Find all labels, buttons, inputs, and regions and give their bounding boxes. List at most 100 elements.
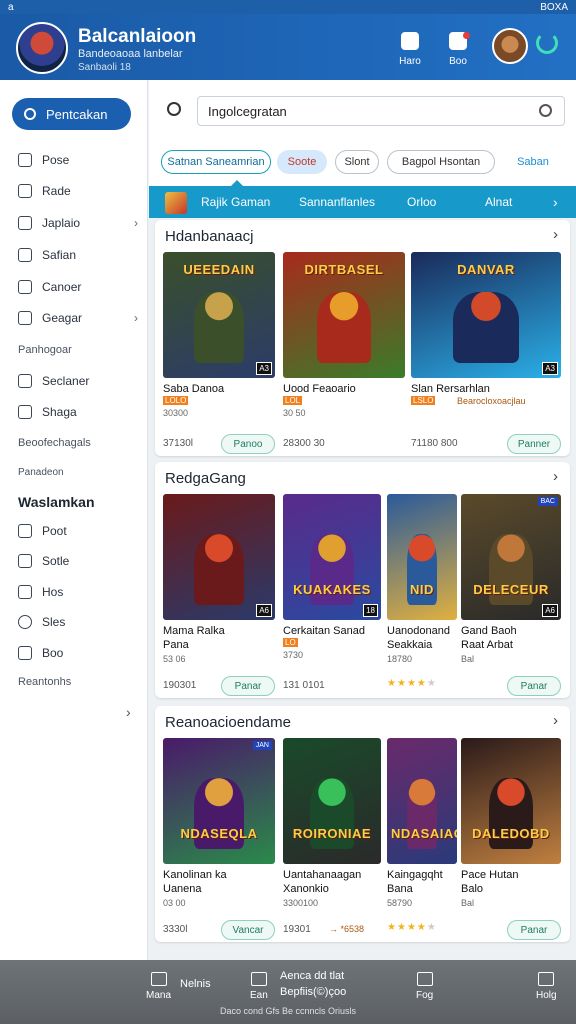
buy-button[interactable]: Vancar: [221, 920, 275, 940]
filter-chip[interactable]: Soote: [277, 150, 327, 174]
sidebar-item[interactable]: Poot: [18, 521, 138, 541]
game-cover-art[interactable]: UEEEDAIN A3: [163, 252, 275, 378]
sidebar-item[interactable]: Geagar ›: [18, 308, 138, 328]
chevron-right-icon[interactable]: ›: [553, 468, 558, 485]
sidebar-text[interactable]: Beoofechagals: [18, 437, 91, 449]
sidebar-item[interactable]: Japlaio ›: [18, 213, 138, 233]
game-tile[interactable]: DIRTBASEL Uood Feaoario LOL 30 50 28300 30: [283, 252, 405, 449]
search-icon[interactable]: [167, 102, 181, 116]
game-cover-art[interactable]: A6: [163, 494, 275, 620]
sidebar-item[interactable]: Hos: [18, 582, 138, 602]
alt-price: → *6538: [329, 924, 365, 934]
buy-button[interactable]: Panner: [507, 434, 561, 454]
game-tile[interactable]: KUAKAKES 18 Cerkaitan Sanad LO 3730 131 0101: [283, 494, 381, 691]
game-name[interactable]: Uood Feaoario: [283, 382, 356, 396]
game-name[interactable]: Mama Ralka Pana: [163, 624, 225, 652]
game-tile[interactable]: ROIRONIAE Uantahanaagan Xanonkio 3300100 → …: [283, 738, 381, 935]
sidebar-item[interactable]: Sotle: [18, 551, 138, 571]
bottom-nav-item[interactable]: Mana: [146, 972, 171, 1001]
game-name[interactable]: Uanodonand Seakkaia: [387, 624, 450, 652]
section-title[interactable]: Hdanbanaacj: [165, 228, 253, 245]
search-row: [149, 80, 576, 138]
sidebar-item[interactable]: Canoer: [18, 277, 138, 297]
bottom-nav-item[interactable]: Ean: [250, 972, 268, 1001]
sidebar-item[interactable]: Shaga: [18, 402, 138, 422]
refresh-icon[interactable]: [536, 32, 558, 54]
filter-chip-link[interactable]: Saban: [505, 150, 561, 174]
game-name[interactable]: Cerkaitan Sanad: [283, 624, 365, 638]
pen-icon: [18, 153, 32, 167]
sidebar-item[interactable]: Pose: [18, 150, 138, 170]
sidebar-text[interactable]: Reantonhs: [18, 676, 71, 688]
tab-item[interactable]: Sannanflanles: [299, 195, 375, 209]
tab-item[interactable]: Orloo: [407, 195, 436, 209]
buy-button[interactable]: Panar: [507, 676, 561, 696]
tab-item[interactable]: Rajik Gaman: [201, 195, 270, 209]
game-cover-art[interactable]: DELECEUR A6 BAC: [461, 494, 561, 620]
sidebar-cta-button[interactable]: Pentcakan: [12, 98, 131, 130]
buy-button[interactable]: Panoo: [221, 434, 275, 454]
game-cover-art[interactable]: NDASAIAG: [387, 738, 457, 864]
age-rating-badge: A3: [256, 362, 272, 375]
avatar[interactable]: [16, 22, 68, 74]
search-submit-icon[interactable]: [539, 104, 552, 117]
game-price: 37130l: [163, 438, 194, 449]
game-name[interactable]: Kanolinan ka Uanena: [163, 868, 227, 896]
game-tile[interactable]: DALEDOBD Pace Hutan Balo Bal Panar: [461, 738, 561, 940]
game-tile[interactable]: NDASEQLA JAN Kanolinan ka Uanena 03 00 3330l…: [163, 738, 275, 940]
game-cover-art[interactable]: DIRTBASEL: [283, 252, 405, 378]
chevron-right-icon[interactable]: ›: [553, 226, 558, 243]
game-cover-art[interactable]: NID: [387, 494, 457, 620]
game-tile[interactable]: A6 Mama Ralka Pana 53 06 190301 Panar: [163, 494, 275, 696]
sidebar-item[interactable]: Safian: [18, 245, 138, 265]
tab-item[interactable]: Alnat: [485, 195, 512, 209]
sidebar-item[interactable]: Boo: [18, 643, 138, 663]
game-name[interactable]: Saba Danoa: [163, 382, 224, 396]
game-tile[interactable]: NID Uanodonand Seakkaia 18780 ★★★★★: [387, 494, 457, 690]
game-cover-art[interactable]: NDASEQLA JAN: [163, 738, 275, 864]
search-input[interactable]: [197, 96, 565, 126]
section-title[interactable]: Reanoacioendame: [165, 714, 291, 731]
filter-chip[interactable]: Slont: [335, 150, 379, 174]
bottom-nav-item[interactable]: Holg: [536, 972, 557, 1001]
section-title[interactable]: RedgaGang: [165, 470, 246, 487]
game-name[interactable]: Gand Baoh Raat Arbat: [461, 624, 517, 652]
sidebar-item[interactable]: Seclaner: [18, 371, 138, 391]
gear-icon: [18, 311, 32, 325]
game-tile[interactable]: NDASAIAG Kaingagqht Bana 58790 ★★★★★: [387, 738, 457, 934]
bottom-nav-label: Mana: [146, 990, 172, 1001]
game-name[interactable]: Slan Rersarhlan: [411, 382, 490, 396]
game-name[interactable]: Pace Hutan Balo: [461, 868, 518, 896]
sidebar-item[interactable]: Rade: [18, 181, 138, 201]
chevron-right-icon[interactable]: ›: [553, 194, 558, 210]
game-name[interactable]: Kaingagqht Bana: [387, 868, 443, 896]
app-header: Balcanlaioon Bandeoaoaa lanbelar Sanbaol…: [0, 14, 576, 80]
game-cover-art[interactable]: ROIRONIAE: [283, 738, 381, 864]
game-cover-art[interactable]: DANVAR A3: [411, 252, 561, 378]
search-icon: [18, 615, 32, 629]
game-tile[interactable]: DELECEUR A6 BAC Gand Baoh Raat Arbat Bal Pana…: [461, 494, 561, 696]
game-tile[interactable]: DANVAR A3 Slan Rersarhlan LSLO Bearocloxoacj…: [411, 252, 561, 454]
filter-chip[interactable]: Bagpol Hsontan: [387, 150, 495, 174]
buy-button[interactable]: Panar: [507, 920, 561, 940]
game-tile[interactable]: UEEEDAIN A3 Saba Danoa LOLO 30300 37130l Panoo: [163, 252, 275, 454]
bottom-nav-label: Fog: [416, 990, 434, 1001]
filter-chip[interactable]: Satnan Saneamrian: [161, 150, 271, 174]
game-cover-art[interactable]: DALEDOBD: [461, 738, 561, 864]
sidebar-item-label: Rade: [42, 184, 71, 198]
header-notification-button[interactable]: Boo: [438, 28, 478, 74]
sidebar-text[interactable]: Panhogoar: [18, 344, 72, 356]
game-name[interactable]: Uantahanaagan Xanonkio: [283, 868, 361, 896]
sidebar-text[interactable]: Panadeon: [18, 467, 64, 478]
sidebar-item-label: Boo: [42, 646, 64, 660]
chevron-right-icon[interactable]: ›: [553, 712, 558, 729]
game-cover-art[interactable]: KUAKAKES 18: [283, 494, 381, 620]
sidebar-item[interactable]: Sles: [18, 612, 138, 632]
chevron-right-icon[interactable]: ›: [126, 704, 131, 720]
header-home-button[interactable]: Haro: [390, 28, 430, 74]
bottom-nav-item[interactable]: Fog: [416, 972, 433, 1001]
cover-hero-figure: [453, 292, 519, 363]
game-meta: 30300: [163, 408, 189, 418]
profile-avatar[interactable]: [492, 28, 528, 64]
buy-button[interactable]: Panar: [221, 676, 275, 696]
